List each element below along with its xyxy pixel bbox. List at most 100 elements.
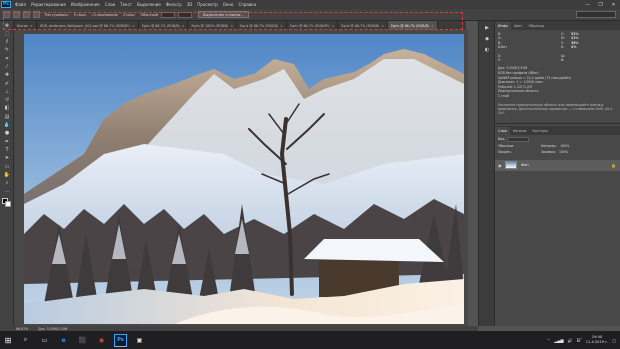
- photoshop-taskbar-icon[interactable]: Ps: [114, 333, 127, 347]
- add-selection-icon[interactable]: [23, 11, 30, 18]
- document-tab[interactable]: Egris @ 66,7% (RGB/8) ×: [388, 21, 438, 30]
- pen-tool-icon[interactable]: ✒: [2, 138, 12, 145]
- quick-select-tool-icon[interactable]: ✎: [2, 47, 12, 54]
- dodge-tool-icon[interactable]: ●: [2, 130, 12, 137]
- zoom-level[interactable]: 66,67%: [16, 327, 28, 331]
- select-and-mask-button[interactable]: Выделение и маска...: [197, 11, 249, 18]
- menu-item[interactable]: Просмотр: [197, 2, 218, 7]
- adjustments-icon[interactable]: ◐: [482, 46, 492, 54]
- blur-tool-icon[interactable]: 💧: [2, 122, 12, 129]
- eyedropper-tool-icon[interactable]: ⁄: [2, 63, 12, 70]
- width-field[interactable]: [160, 11, 175, 18]
- maximize-button[interactable]: ❐: [594, 0, 607, 9]
- visibility-eye-icon[interactable]: ◉: [498, 163, 503, 168]
- history-brush-tool-icon[interactable]: ↺: [2, 97, 12, 104]
- tab-channels[interactable]: Каналы: [510, 127, 530, 135]
- tab-close-icon[interactable]: ×: [332, 24, 335, 28]
- menu-item[interactable]: Фильтр: [166, 2, 182, 7]
- style-select[interactable]: Обычный: [140, 13, 158, 17]
- task-view-icon[interactable]: ▭: [38, 334, 51, 347]
- tab-close-icon[interactable]: ×: [182, 24, 185, 28]
- menu-item[interactable]: Справка: [238, 2, 256, 7]
- shape-tool-icon[interactable]: ▭: [2, 163, 12, 170]
- path-select-tool-icon[interactable]: ➤: [2, 155, 12, 162]
- menu-item[interactable]: Файл: [15, 2, 26, 7]
- app-icon[interactable]: ▣: [133, 334, 146, 347]
- menu-item[interactable]: 3D: [187, 2, 193, 7]
- close-button[interactable]: ✕: [607, 0, 620, 9]
- healing-tool-icon[interactable]: ✚: [2, 72, 12, 79]
- tab-info[interactable]: Инфо: [495, 22, 511, 30]
- tab-paths[interactable]: Контуры: [529, 127, 551, 135]
- type-tool-icon[interactable]: T: [2, 146, 12, 153]
- document-tab[interactable]: Egris @ 100% (RGB/8) ×: [188, 21, 238, 30]
- gradient-tool-icon[interactable]: ▤: [2, 113, 12, 120]
- new-selection-icon[interactable]: [13, 11, 20, 18]
- edge-icon[interactable]: e: [57, 334, 70, 347]
- crop-tool-icon[interactable]: ⌗: [2, 55, 12, 62]
- tab-close-icon[interactable]: ×: [132, 24, 135, 28]
- document-tab[interactable]: Egris @ 66,7% (RGB/8) ×: [139, 21, 189, 30]
- zoom-tool-icon[interactable]: ⌕: [2, 180, 12, 187]
- antialias-label[interactable]: Сглаживание: [92, 13, 118, 17]
- photoshop-logo[interactable]: Ps: [1, 1, 11, 8]
- menu-item[interactable]: Текст: [120, 2, 132, 7]
- subtract-selection-icon[interactable]: [33, 11, 40, 18]
- move-tool-icon[interactable]: ✥: [2, 22, 12, 29]
- tab-close-icon[interactable]: ×: [381, 24, 384, 28]
- tab-close-icon[interactable]: ×: [431, 24, 434, 28]
- tab-close-icon[interactable]: ×: [230, 24, 233, 28]
- search-icon[interactable]: ⌕: [19, 334, 32, 347]
- background-color[interactable]: [5, 200, 11, 207]
- eraser-tool-icon[interactable]: ◧: [2, 105, 12, 112]
- tab-color[interactable]: Цвет: [511, 22, 526, 30]
- layer-row[interactable]: ◉ Фон 🔒: [495, 159, 620, 171]
- notifications-icon[interactable]: ▢: [612, 338, 616, 343]
- menu-item[interactable]: Выделение: [137, 2, 161, 7]
- network-icon[interactable]: ▂▄▆: [554, 338, 563, 343]
- tab-label: Egris @ 66,7% (RGB/8): [391, 23, 429, 28]
- blend-mode-select[interactable]: Обычные: [498, 144, 538, 148]
- minimize-button[interactable]: —: [581, 0, 594, 9]
- more-tools-icon[interactable]: …: [2, 188, 12, 195]
- height-field[interactable]: [177, 11, 192, 18]
- document-tab[interactable]: HDR_landscape_Wallpaper_002.psd @ 66,7% …: [37, 21, 139, 30]
- workspace-select[interactable]: [576, 11, 616, 18]
- document-tab[interactable]: Egris @ 66,7% (RGB/8) ×: [237, 21, 287, 30]
- feather-value[interactable]: 0 пикс.: [74, 13, 87, 17]
- brush-tool-icon[interactable]: ✐: [2, 80, 12, 87]
- document-tab[interactable]: Egris @ 66,7% (RGB/8*) ×: [287, 21, 339, 30]
- menu-item[interactable]: Редактирование: [31, 2, 66, 7]
- tray-arrow-icon[interactable]: ⌃: [547, 338, 550, 343]
- menu-items: Файл Редактирование Изображение Слои Текст Вы…: [15, 2, 261, 7]
- chrome-icon[interactable]: ◉: [95, 334, 108, 347]
- opacity-value[interactable]: 100%: [560, 144, 569, 148]
- stamp-tool-icon[interactable]: ⊥: [2, 88, 12, 95]
- explorer-icon[interactable]: ⬛: [76, 334, 89, 347]
- tab-close-icon[interactable]: ×: [280, 24, 283, 28]
- color-swatches[interactable]: [0, 197, 13, 210]
- fill-value[interactable]: 100%: [559, 150, 568, 154]
- kind-filter[interactable]: [507, 136, 530, 142]
- properties-icon[interactable]: ◆: [482, 35, 492, 43]
- tool-preset-icon[interactable]: [3, 11, 10, 18]
- menu-item[interactable]: Слои: [105, 2, 115, 7]
- canvas-area[interactable]: [14, 30, 468, 326]
- clock[interactable]: 19:40 11.4.2019 г.: [586, 335, 608, 345]
- tab-close-icon[interactable]: ×: [30, 24, 33, 28]
- language-indicator[interactable]: БГ: [577, 338, 582, 343]
- menu-item[interactable]: Окно: [223, 2, 234, 7]
- start-button-icon[interactable]: ⊞: [0, 331, 16, 349]
- tab-label: Egris @ 100% (RGB/8): [191, 23, 229, 28]
- lasso-tool-icon[interactable]: ℓ: [2, 39, 12, 46]
- document-tab[interactable]: Бытие ×: [14, 21, 37, 30]
- volume-icon[interactable]: 🔊: [568, 338, 573, 343]
- history-icon[interactable]: ▶: [482, 24, 492, 32]
- tab-layers[interactable]: Слои: [495, 126, 510, 135]
- document-canvas[interactable]: [24, 34, 464, 324]
- marquee-tool-icon[interactable]: ⬚: [2, 30, 12, 37]
- hand-tool-icon[interactable]: ✋: [2, 171, 12, 178]
- menu-item[interactable]: Изображение: [71, 2, 100, 7]
- document-tab[interactable]: Egris @ 66,7% (RGB/8) ×: [338, 21, 389, 30]
- tab-swatches[interactable]: Образцы: [525, 22, 547, 30]
